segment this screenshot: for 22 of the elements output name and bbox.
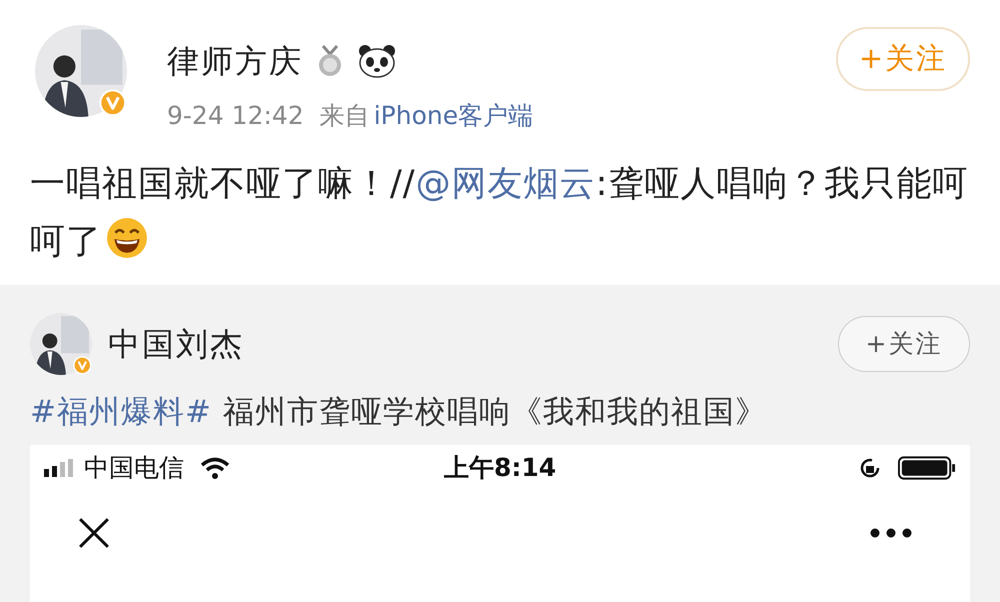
repost-text: #福州爆料# 福州市聋哑学校唱响《我和我的祖国》 — [30, 392, 768, 432]
author-name[interactable]: 中国刘杰 — [108, 320, 838, 368]
post-time: 9-24 12:42 — [167, 100, 304, 132]
rotation-lock-icon — [858, 456, 882, 480]
author-name[interactable]: 律师方庆 — [167, 37, 303, 85]
source-link[interactable]: iPhone客户端 — [374, 97, 534, 134]
panda-icon — [357, 43, 397, 79]
close-icon[interactable] — [78, 517, 110, 549]
status-time: 上午8:14 — [444, 452, 558, 484]
carrier-name: 中国电信 — [84, 452, 184, 484]
laughing-emoji-icon — [106, 216, 148, 258]
more-icon[interactable] — [870, 528, 912, 538]
post-text: 一唱祖国就不哑了嘛！//@网友烟云:聋哑人唱响？我只能呵呵了 — [30, 162, 970, 264]
verified-badge-icon — [99, 89, 127, 117]
follow-button[interactable]: +关注 — [838, 316, 970, 372]
battery-icon — [898, 456, 956, 480]
mention-link[interactable]: @网友烟云 — [416, 164, 596, 204]
verified-badge-icon — [73, 356, 92, 374]
wifi-icon — [200, 457, 230, 479]
source-label: 来自 — [320, 100, 370, 132]
hashtag-link[interactable]: #福州爆料# — [30, 394, 212, 430]
signal-icon — [44, 459, 76, 477]
